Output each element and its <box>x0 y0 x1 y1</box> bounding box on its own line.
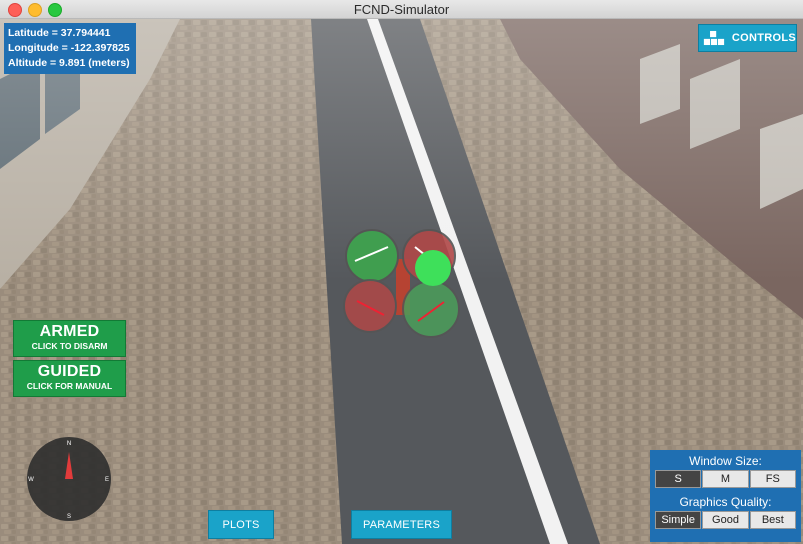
controls-button[interactable]: CONTROLS <box>698 24 797 52</box>
keyboard-keys-icon <box>703 30 725 46</box>
graphics-quality-options: Simple Good Best <box>650 511 801 529</box>
quality-best[interactable]: Best <box>749 511 796 529</box>
telemetry-readout: Latitude = 37.794441 Longitude = -122.39… <box>4 23 136 74</box>
window-size-s[interactable]: S <box>655 470 702 488</box>
longitude-text: Longitude = -122.397825 <box>8 42 130 54</box>
window-title: FCND-Simulator <box>353 2 450 17</box>
settings-panel: Window Size: S M FS Graphics Quality: Si… <box>650 450 801 542</box>
armed-title: ARMED <box>39 323 100 340</box>
altitude-text: Altitude = 9.891 (meters) <box>8 57 130 69</box>
controls-label: CONTROLS <box>731 32 796 44</box>
window-size-options: S M FS <box>650 470 801 488</box>
quality-simple[interactable]: Simple <box>655 511 702 529</box>
compass-w: W <box>28 477 34 483</box>
guided-subtitle: CLICK FOR MANUAL <box>26 381 113 391</box>
compass-n: N <box>67 441 71 447</box>
armed-button[interactable]: ARMED CLICK TO DISARM <box>13 320 126 357</box>
window-size-m[interactable]: M <box>702 470 749 488</box>
quality-good[interactable]: Good <box>702 511 749 529</box>
compass: N S E W <box>26 436 112 522</box>
simulator-viewport[interactable]: Latitude = 37.794441 Longitude = -122.39… <box>0 19 803 544</box>
graphics-quality-label: Graphics Quality: <box>679 495 772 509</box>
parameters-button[interactable]: PARAMETERS <box>351 510 452 539</box>
compass-s: S <box>67 514 71 520</box>
armed-subtitle: CLICK TO DISARM <box>31 341 108 351</box>
window-size-fs[interactable]: FS <box>749 470 796 488</box>
plots-button[interactable]: PLOTS <box>208 510 274 539</box>
guided-button[interactable]: GUIDED CLICK FOR MANUAL <box>13 360 126 397</box>
latitude-text: Latitude = 37.794441 <box>8 27 111 39</box>
window-size-label: Window Size: <box>689 454 762 468</box>
compass-e: E <box>105 477 109 483</box>
window-titlebar: FCND-Simulator <box>0 0 803 19</box>
guided-title: GUIDED <box>37 363 102 380</box>
